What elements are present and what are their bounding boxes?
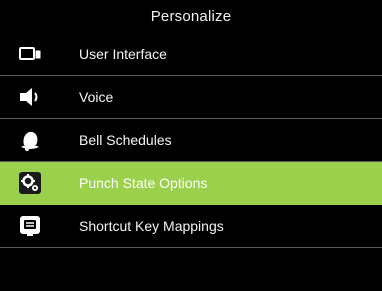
- speaker-icon: [18, 85, 42, 109]
- menu-item-user-interface[interactable]: User Interface: [0, 33, 382, 76]
- menu-item-label: Shortcut Key Mappings: [79, 218, 224, 234]
- menu-item-punch-state-options[interactable]: Punch State Options: [0, 162, 382, 205]
- gears-icon: [18, 171, 42, 195]
- menu-item-voice[interactable]: Voice: [0, 76, 382, 119]
- menu-item-shortcut-key-mappings[interactable]: Shortcut Key Mappings: [0, 205, 382, 248]
- page-title: Personalize: [150, 8, 232, 25]
- menu-item-label: Punch State Options: [79, 175, 208, 191]
- personalize-menu: User Interface Voice Bell Schedules Punc…: [0, 33, 382, 248]
- display-icon: [18, 42, 42, 66]
- menu-item-label: Bell Schedules: [79, 132, 172, 148]
- keyboard-icon: [18, 214, 42, 238]
- menu-item-label: Voice: [79, 89, 114, 105]
- device-screen: Personalize User Interface Voice Bell Sc…: [0, 0, 382, 291]
- menu-item-label: User Interface: [79, 46, 167, 62]
- menu-item-bell-schedules[interactable]: Bell Schedules: [0, 119, 382, 162]
- bell-icon: [18, 128, 42, 152]
